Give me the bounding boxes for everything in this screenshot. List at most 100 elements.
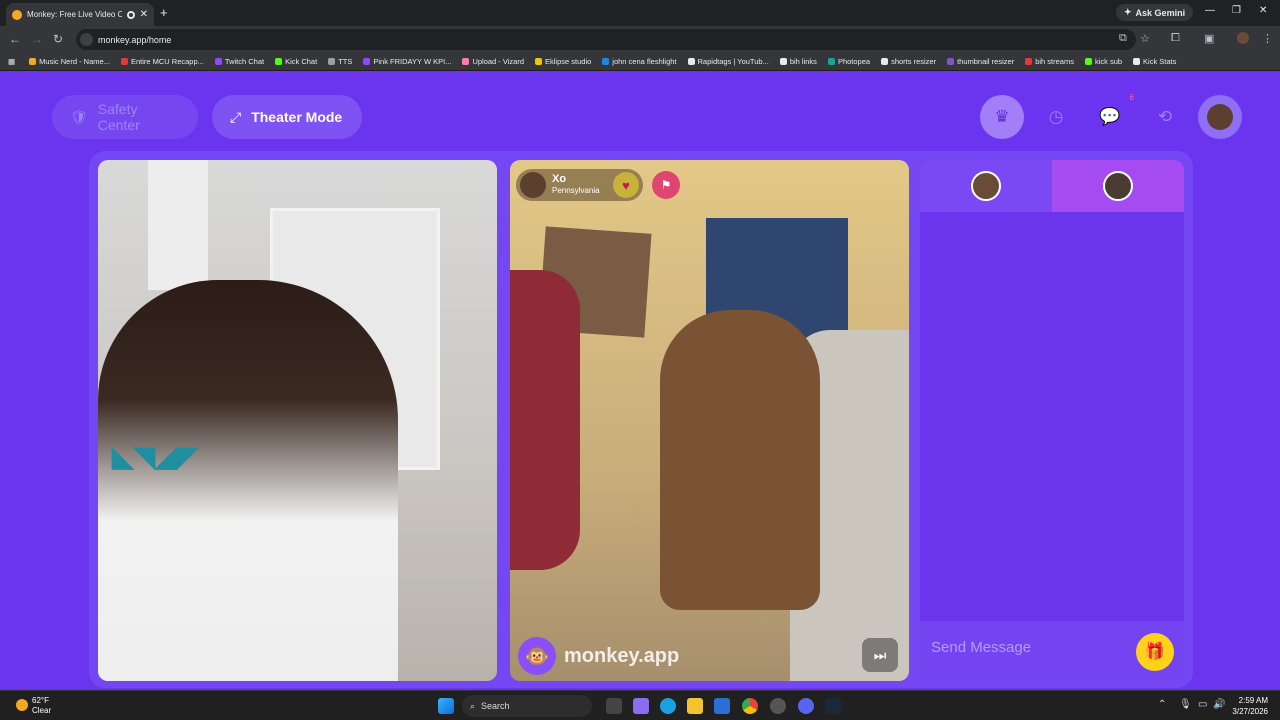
bookmark-item[interactable]: kick sub bbox=[1084, 57, 1123, 66]
chat-tab-remote[interactable] bbox=[1052, 160, 1184, 212]
messages-button[interactable]: 💬 6 bbox=[1088, 93, 1134, 139]
reload-icon[interactable]: ↻ bbox=[53, 32, 63, 46]
report-flag-icon[interactable]: ⚑ bbox=[652, 171, 680, 199]
crown-button[interactable]: ♛ bbox=[980, 95, 1024, 139]
bookmark-item[interactable]: thumbnail resizer bbox=[947, 57, 1014, 66]
bookmark-item[interactable]: Entire MCU Recapp... bbox=[120, 57, 204, 66]
bookmark-star-icon[interactable]: ☆ bbox=[1140, 32, 1150, 45]
bookmark-label: shorts resizer bbox=[891, 57, 937, 66]
ask-gemini-button[interactable]: ✦ Ask Gemini bbox=[1116, 4, 1194, 21]
bookmark-label: Kick Chat bbox=[285, 57, 318, 66]
bookmark-favicon-icon bbox=[1025, 58, 1033, 65]
weather-widget[interactable]: 62°F Clear bbox=[16, 696, 51, 716]
chat-bubble-icon: 💬 bbox=[1099, 107, 1121, 126]
skip-forward-icon: ⏭ bbox=[873, 646, 887, 663]
taskbar-search[interactable]: ⌕ Search bbox=[462, 695, 592, 717]
bookmark-label: john cena fleshlight bbox=[612, 57, 677, 66]
close-window-icon[interactable]: ✕ bbox=[1259, 5, 1267, 16]
theater-mode-button[interactable]: ⤢ Theater Mode bbox=[212, 95, 362, 139]
bookmark-item[interactable]: Twitch Chat bbox=[214, 57, 264, 66]
gift-button[interactable]: 🎁 bbox=[1136, 633, 1174, 671]
remote-user-figure bbox=[660, 310, 820, 610]
windows-start-icon[interactable] bbox=[438, 698, 454, 714]
close-tab-icon[interactable]: ✕ bbox=[140, 9, 148, 20]
maximize-window-icon[interactable]: ❐ bbox=[1232, 5, 1241, 16]
remote-user-avatar bbox=[520, 172, 546, 198]
minimize-window-icon[interactable]: — bbox=[1205, 5, 1215, 16]
theater-mode-label: Theater Mode bbox=[251, 109, 343, 125]
local-video-feed: ◥◣◤◢ bbox=[98, 160, 497, 681]
bookmark-favicon-icon bbox=[1133, 58, 1141, 65]
bookmark-item[interactable]: Upload - Vizard bbox=[462, 57, 524, 66]
steam-icon[interactable] bbox=[825, 698, 841, 714]
apps-grid-icon[interactable]: ▦ bbox=[8, 57, 15, 66]
store-icon[interactable] bbox=[714, 698, 730, 714]
bookmark-item[interactable]: Eklipse studio bbox=[535, 57, 591, 66]
bookmark-favicon-icon bbox=[881, 58, 889, 65]
url-text: monkey.app/home bbox=[98, 34, 172, 45]
extensions-icon[interactable]: ⧠ bbox=[1171, 32, 1180, 45]
windows-taskbar: 62°F Clear ⌕ Search ⌃ 🎙 ▭ 🔊 2:59 AM 3/27… bbox=[0, 690, 1280, 720]
clock-date: 3/27/2026 bbox=[1232, 707, 1268, 716]
menu-dots-icon[interactable]: ⋮ bbox=[1262, 32, 1273, 45]
back-arrow-icon[interactable]: ← bbox=[9, 32, 21, 46]
bookmark-label: Pink FRIDAYY W KPI... bbox=[373, 57, 452, 66]
forward-arrow-icon[interactable]: → bbox=[31, 32, 43, 46]
bookmark-favicon-icon bbox=[462, 58, 470, 65]
bookmark-item[interactable]: TTS bbox=[328, 57, 352, 66]
skip-button[interactable]: ⏭ bbox=[862, 638, 898, 672]
bookmark-label: bih links bbox=[789, 57, 817, 66]
remote-user-info[interactable]: Xo Pennsylvania ♥ bbox=[516, 169, 643, 201]
sidebar-icon[interactable]: ▣ bbox=[1204, 32, 1214, 45]
tray-chevron-icon[interactable]: ⌃ bbox=[1158, 699, 1166, 710]
task-view-icon[interactable] bbox=[606, 698, 622, 714]
browser-tab[interactable]: Monkey: Free Live Video Ch ✕ bbox=[6, 3, 154, 26]
edge-icon[interactable] bbox=[660, 698, 676, 714]
chat-tab-self[interactable] bbox=[920, 160, 1052, 212]
browser-tab-strip: Monkey: Free Live Video Ch ✕ + ✦ Ask Gem… bbox=[0, 0, 1280, 26]
rematch-button[interactable]: ⟲ bbox=[1143, 95, 1187, 139]
microphone-icon[interactable]: 🎙 bbox=[1179, 699, 1192, 710]
bookmark-item[interactable]: Kick Stats bbox=[1133, 57, 1176, 66]
chrome-icon[interactable] bbox=[742, 698, 758, 714]
monkey-favicon-icon bbox=[12, 9, 22, 20]
bookmark-item[interactable]: Kick Chat bbox=[275, 57, 317, 66]
rotate-icon: ⟲ bbox=[1157, 107, 1173, 126]
bookmark-item[interactable]: john cena fleshlight bbox=[602, 57, 677, 66]
install-app-icon[interactable]: ⧉ bbox=[1119, 32, 1127, 45]
bookmark-item[interactable]: shorts resizer bbox=[881, 57, 936, 66]
bookmark-label: kick sub bbox=[1094, 57, 1123, 66]
user-avatar[interactable] bbox=[1198, 95, 1242, 139]
network-icon[interactable]: ▭ bbox=[1198, 699, 1207, 710]
shirt-graphic: ◥◣◤◢ bbox=[112, 441, 199, 472]
bookmark-item[interactable]: Rapidtags | YouTub... bbox=[687, 57, 769, 66]
bookmark-favicon-icon bbox=[535, 58, 543, 65]
bookmark-label: TTS bbox=[338, 57, 353, 66]
bookmark-item[interactable]: Pink FRIDAYY W KPI... bbox=[363, 57, 451, 66]
bookmark-item[interactable]: Music Nerd - Name... bbox=[29, 57, 110, 66]
volume-icon[interactable]: 🔊 bbox=[1213, 699, 1225, 710]
bookmark-label: Rapidtags | YouTub... bbox=[697, 57, 769, 66]
system-clock[interactable]: 2:59 AM 3/27/2026 bbox=[1232, 695, 1268, 717]
site-info-icon[interactable] bbox=[80, 33, 93, 46]
discord-icon[interactable] bbox=[798, 698, 814, 714]
bookmark-item[interactable]: Photopea bbox=[827, 57, 870, 66]
gemini-spark-icon: ✦ bbox=[1124, 7, 1132, 17]
bookmark-item[interactable]: bih streams bbox=[1025, 57, 1074, 66]
window-blind-left bbox=[148, 160, 208, 290]
history-button[interactable]: ◷ bbox=[1034, 95, 1078, 139]
obs-icon[interactable] bbox=[770, 698, 786, 714]
file-explorer-icon[interactable] bbox=[687, 698, 703, 714]
copilot-icon[interactable] bbox=[633, 698, 649, 714]
bookmark-favicon-icon bbox=[779, 58, 787, 65]
new-tab-button[interactable]: + bbox=[160, 5, 168, 20]
bookmark-label: Eklipse studio bbox=[545, 57, 592, 66]
heart-icon[interactable]: ♥ bbox=[613, 172, 639, 198]
profile-avatar-icon[interactable] bbox=[1237, 32, 1249, 44]
bookmark-item[interactable]: bih links bbox=[779, 57, 817, 66]
watermark: 🐵 monkey.app bbox=[518, 637, 679, 675]
ask-gemini-label: Ask Gemini bbox=[1135, 7, 1186, 18]
safety-center-button[interactable]: 🛡 Safety Center bbox=[52, 95, 198, 139]
url-field[interactable]: monkey.app/home bbox=[76, 29, 1136, 50]
send-message-input[interactable] bbox=[931, 633, 1131, 661]
